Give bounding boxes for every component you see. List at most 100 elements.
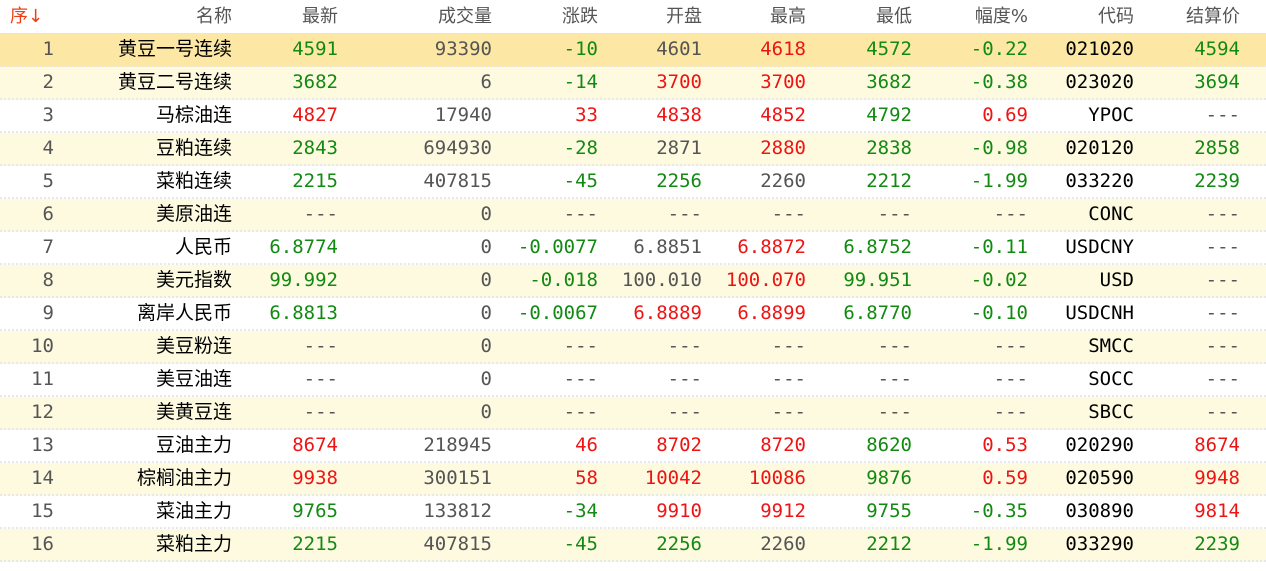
cell-pct: --- [993,368,1028,390]
cell-settle: --- [1205,104,1240,126]
column-header-seq[interactable]: 序↓ [10,0,60,34]
cell-high: --- [771,335,806,357]
cell-name: 豆粕连续 [155,137,232,159]
column-header-settle[interactable]: 结算价 [1140,0,1240,34]
cell-high: --- [771,203,806,225]
column-header-last[interactable]: 最新 [238,0,338,34]
column-header-low[interactable]: 最低 [812,0,912,34]
cell-pct: 0.53 [982,434,1028,456]
cell-settle: --- [1205,236,1240,258]
cell-open: 2256 [656,170,702,192]
table-row[interactable]: 12 美黄豆连 --- 0 --- --- --- --- --- SBCC --- [0,397,1266,430]
cell-pct: -1.99 [970,533,1028,555]
cell-high: 6.8872 [737,236,806,258]
cell-settle: 8674 [1194,434,1240,456]
cell-high: 2260 [760,170,806,192]
table-row[interactable]: 1 黄豆一号连续 4591 93390 -10 4601 4618 4572 -0.22 0210… [0,34,1266,67]
table-row[interactable]: 9 离岸人民币 6.8813 0 -0.0067 6.8889 6.8899 6.8770 -0… [0,298,1266,331]
cell-settle: --- [1205,203,1240,225]
cell-pct: -0.10 [970,302,1028,324]
cell-low: 9755 [866,500,912,522]
table-row[interactable]: 13 豆油主力 8674 218945 46 8702 8720 8620 0.53 020290… [0,430,1266,463]
table-row[interactable]: 4 豆粕连续 2843 694930 -28 2871 2880 2838 -0.98 02012… [0,133,1266,166]
cell-high: 4852 [760,104,806,126]
cell-volume: 0 [480,302,492,324]
cell-seq: 14 [31,467,54,489]
cell-settle: 2858 [1194,137,1240,159]
table-row[interactable]: 5 菜粕连续 2215 407815 -45 2256 2260 2212 -1.99 03322… [0,166,1266,199]
cell-volume: 300151 [423,467,492,489]
cell-high: 8720 [760,434,806,456]
quote-table: 序↓ 名称 最新 成交量 涨跌 开盘 最高 最低 幅度% 代码 结算价 1 黄豆一… [0,0,1266,562]
cell-seq: 11 [31,368,54,390]
table-row[interactable]: 7 人民币 6.8774 0 -0.0077 6.8851 6.8872 6.8752 -0.1… [0,232,1266,265]
cell-seq: 3 [42,104,54,126]
arrow-down-icon: ↓ [28,6,44,27]
cell-low: --- [877,368,912,390]
cell-seq: 8 [42,269,54,291]
column-header-pct[interactable]: 幅度% [918,0,1028,34]
column-header-high[interactable]: 最高 [708,0,806,34]
column-header-name[interactable]: 名称 [60,0,232,34]
cell-open: 9910 [656,500,702,522]
cell-change: --- [563,335,598,357]
table-row[interactable]: 8 美元指数 99.992 0 -0.018 100.010 100.070 99.951 -0… [0,265,1266,298]
column-header-open[interactable]: 开盘 [604,0,702,34]
cell-last: 6.8774 [269,236,338,258]
cell-change: -10 [563,38,598,60]
cell-code: SBCC [1088,401,1134,423]
table-row[interactable]: 16 菜粕主力 2215 407815 -45 2256 2260 2212 -1.99 0332… [0,529,1266,562]
cell-settle: --- [1205,335,1240,357]
cell-high: 3700 [760,71,806,93]
cell-last: 2215 [292,533,338,555]
cell-pct: -1.99 [970,170,1028,192]
cell-code: USDCNH [1065,302,1134,324]
cell-settle: --- [1205,368,1240,390]
cell-high: --- [771,401,806,423]
cell-pct: -0.98 [970,137,1028,159]
cell-change: -45 [563,533,598,555]
table-row[interactable]: 2 黄豆二号连续 3682 6 -14 3700 3700 3682 -0.38 023020 36… [0,67,1266,100]
column-header-volume[interactable]: 成交量 [344,0,492,34]
cell-last: 4591 [292,38,338,60]
cell-high: 100.070 [725,269,806,291]
cell-open: 4838 [656,104,702,126]
cell-low: 6.8752 [843,236,912,258]
table-row[interactable]: 11 美豆油连 --- 0 --- --- --- --- --- SOCC --- [0,364,1266,397]
cell-low: --- [877,335,912,357]
cell-pct: 0.59 [982,467,1028,489]
cell-pct: --- [993,335,1028,357]
cell-settle: --- [1205,401,1240,423]
cell-open: 2871 [656,137,702,159]
cell-code: 023020 [1065,71,1134,93]
table-row[interactable]: 15 菜油主力 9765 133812 -34 9910 9912 9755 -0.35 0308… [0,496,1266,529]
column-header-code[interactable]: 代码 [1036,0,1134,34]
cell-last: --- [303,368,338,390]
cell-change: --- [563,203,598,225]
table-row[interactable]: 14 棕榈油主力 9938 300151 58 10042 10086 9876 0.59 020… [0,463,1266,496]
table-row[interactable]: 10 美豆粉连 --- 0 --- --- --- --- --- SMCC --- [0,331,1266,364]
table-row[interactable]: 3 马棕油连 4827 17940 33 4838 4852 4792 0.69 YPOC --- [0,100,1266,133]
cell-open: 10042 [644,467,702,489]
cell-volume: 407815 [423,533,492,555]
column-header-change[interactable]: 涨跌 [498,0,598,34]
table-row[interactable]: 6 美原油连 --- 0 --- --- --- --- --- CONC --- [0,199,1266,232]
cell-volume: 93390 [434,38,492,60]
cell-name: 美黄豆连 [155,401,232,423]
cell-last: 9938 [292,467,338,489]
cell-code: 020120 [1065,137,1134,159]
cell-settle: 9948 [1194,467,1240,489]
cell-pct: -0.35 [970,500,1028,522]
cell-name: 美原油连 [155,203,232,225]
cell-name: 美豆油连 [155,368,232,390]
cell-low: 6.8770 [843,302,912,324]
cell-name: 人民币 [174,236,232,258]
cell-low: 8620 [866,434,912,456]
cell-low: 99.951 [843,269,912,291]
cell-settle: 2239 [1194,170,1240,192]
cell-volume: 17940 [434,104,492,126]
cell-change: 33 [575,104,598,126]
cell-open: --- [667,203,702,225]
cell-name: 离岸人民币 [136,302,232,324]
cell-high: 2880 [760,137,806,159]
